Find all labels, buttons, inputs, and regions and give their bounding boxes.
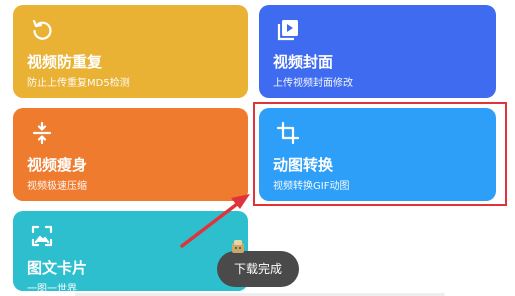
card-subtitle: 视频极速压缩: [27, 181, 87, 192]
card-subtitle: 防止上传重复MD5检测: [27, 78, 130, 89]
download-complete-toast: 下载完成: [217, 251, 299, 287]
card-title: 视频封面: [273, 53, 334, 71]
card-title: 图文卡片: [27, 259, 88, 277]
video-cover-icon: [275, 17, 301, 43]
card-title: 视频防重复: [27, 53, 103, 71]
video-cover-card[interactable]: 视频封面 上传视频封面修改: [259, 5, 496, 98]
app-badge-icon: [230, 238, 246, 254]
video-dedupe-card[interactable]: 视频防重复 防止上传重复MD5检测: [13, 5, 248, 98]
compress-icon: [29, 120, 55, 146]
highlight-box: [253, 102, 507, 206]
card-subtitle: 一图一世界: [27, 284, 77, 291]
rotate-icon: [29, 17, 55, 43]
card-title: 视频瘦身: [27, 156, 88, 174]
toast-text: 下载完成: [233, 262, 282, 276]
video-compress-card[interactable]: 视频瘦身 视频极速压缩: [13, 108, 248, 201]
image-icon: [29, 223, 55, 249]
card-subtitle: 上传视频封面修改: [273, 78, 353, 89]
image-text-card[interactable]: 图文卡片 一图一世界: [13, 211, 248, 291]
